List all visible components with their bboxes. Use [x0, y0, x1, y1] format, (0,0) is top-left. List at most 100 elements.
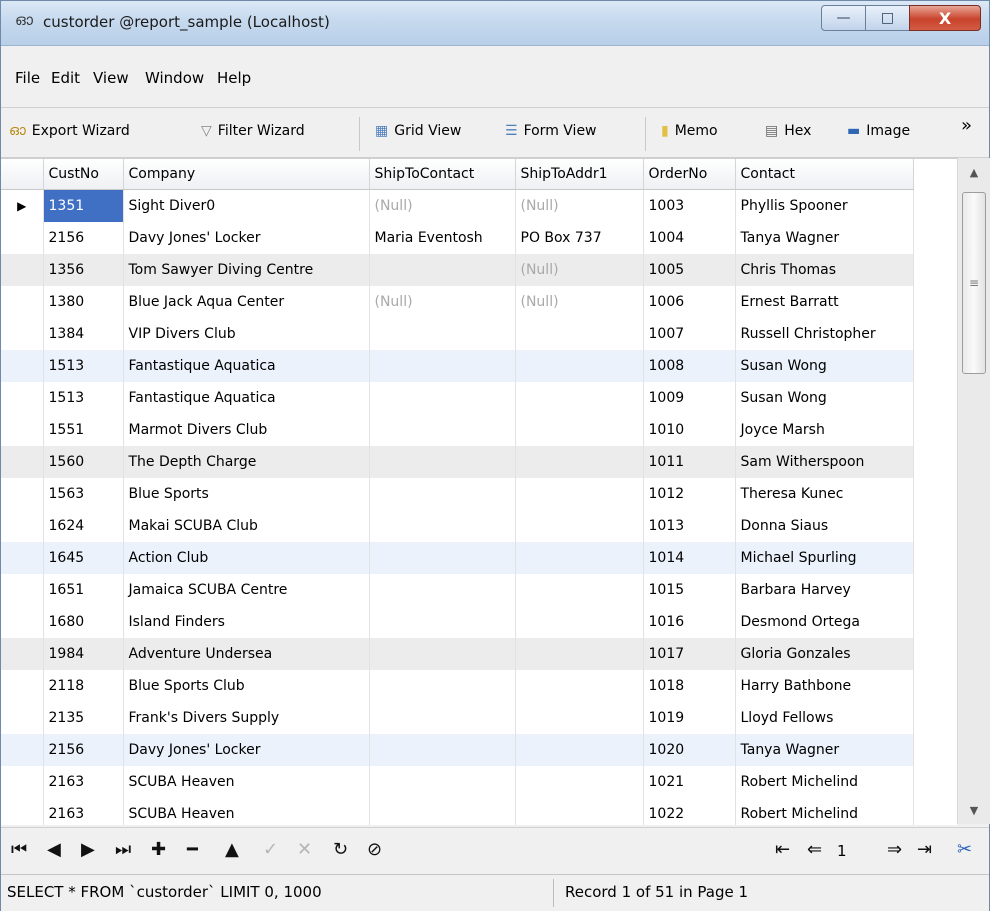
cell-orderno[interactable]: 1013: [643, 509, 736, 542]
cell-shiptoaddr1[interactable]: [515, 445, 644, 478]
row-indicator[interactable]: [1, 765, 44, 798]
cell-custno[interactable]: 1624: [43, 509, 124, 542]
cell-shiptocontact[interactable]: [369, 541, 516, 574]
row-indicator[interactable]: [1, 733, 44, 766]
cell-company[interactable]: Blue Sports: [123, 477, 370, 510]
maximize-button[interactable]: □: [865, 5, 910, 31]
cell-orderno[interactable]: 1014: [643, 541, 736, 574]
column-header-custno[interactable]: CustNo: [43, 159, 124, 190]
cell-contact[interactable]: Theresa Kunec: [735, 477, 914, 510]
row-indicator[interactable]: [1, 445, 44, 478]
cell-contact[interactable]: Desmond Ortega: [735, 605, 914, 638]
stop-icon[interactable]: ⊘: [367, 839, 382, 860]
cell-shiptocontact[interactable]: [369, 349, 516, 382]
table-row[interactable]: 1563 Blue Sports 1012 Theresa Kunec: [1, 477, 914, 510]
cell-orderno[interactable]: 1009: [643, 381, 736, 414]
cell-shiptocontact[interactable]: [369, 605, 516, 638]
cell-orderno[interactable]: 1003: [643, 189, 736, 222]
cell-company[interactable]: Davy Jones' Locker: [123, 733, 370, 766]
cell-orderno[interactable]: 1011: [643, 445, 736, 478]
table-row[interactable]: 1645 Action Club 1014 Michael Spurling: [1, 541, 914, 574]
cell-custno[interactable]: 1560: [43, 445, 124, 478]
table-row[interactable]: 1560 The Depth Charge 1011 Sam Witherspoon: [1, 445, 914, 478]
row-indicator[interactable]: [1, 221, 44, 254]
cell-custno[interactable]: 2118: [43, 669, 124, 702]
cell-company[interactable]: VIP Divers Club: [123, 317, 370, 350]
table-row[interactable]: 2156 Davy Jones' Locker 1020 Tanya Wagner: [1, 733, 914, 766]
cell-shiptoaddr1[interactable]: [515, 765, 644, 798]
cell-shiptocontact[interactable]: [369, 733, 516, 766]
table-row[interactable]: 2118 Blue Sports Club 1018 Harry Bathbone: [1, 669, 914, 702]
cell-custno[interactable]: 1645: [43, 541, 124, 574]
cell-shiptocontact[interactable]: [369, 381, 516, 414]
cell-shiptoaddr1[interactable]: [515, 701, 644, 734]
cell-company[interactable]: Sight Diver0: [123, 189, 370, 222]
cell-custno[interactable]: 1380: [43, 285, 124, 318]
cell-shiptocontact[interactable]: [369, 637, 516, 670]
cell-shiptocontact[interactable]: [369, 477, 516, 510]
row-indicator[interactable]: [1, 637, 44, 670]
memo-button[interactable]: ▮ Memo: [661, 123, 718, 139]
cell-contact[interactable]: Gloria Gonzales: [735, 637, 914, 670]
cell-shiptoaddr1[interactable]: [515, 605, 644, 638]
table-row[interactable]: 1624 Makai SCUBA Club 1013 Donna Siaus: [1, 509, 914, 542]
cell-custno[interactable]: 2163: [43, 797, 124, 825]
cell-custno[interactable]: 2156: [43, 221, 124, 254]
row-indicator[interactable]: [1, 381, 44, 414]
post-record-icon[interactable]: ▲: [225, 839, 239, 860]
cell-shiptoaddr1[interactable]: [515, 541, 644, 574]
hex-button[interactable]: ▤ Hex: [765, 123, 811, 139]
menu-edit[interactable]: Edit: [51, 69, 80, 87]
page-settings-icon[interactable]: ✂: [957, 839, 972, 860]
row-indicator[interactable]: [1, 701, 44, 734]
cell-company[interactable]: Adventure Undersea: [123, 637, 370, 670]
form-view-button[interactable]: ☰ Form View: [505, 123, 597, 139]
table-row[interactable]: 1356 Tom Sawyer Diving Centre (Null) 1005 Ch…: [1, 253, 914, 286]
row-indicator[interactable]: [1, 317, 44, 350]
cell-shiptocontact[interactable]: [369, 669, 516, 702]
row-indicator[interactable]: [1, 541, 44, 574]
data-grid[interactable]: CustNo Company ShipToContact ShipToAddr1…: [1, 158, 957, 825]
cell-shiptoaddr1[interactable]: [515, 349, 644, 382]
cell-custno[interactable]: 1351: [43, 189, 124, 222]
cell-shiptocontact[interactable]: [369, 317, 516, 350]
cell-shiptoaddr1[interactable]: [515, 669, 644, 702]
cell-custno[interactable]: 1680: [43, 605, 124, 638]
cell-orderno[interactable]: 1004: [643, 221, 736, 254]
cell-shiptoaddr1[interactable]: (Null): [515, 253, 644, 286]
cell-shiptoaddr1[interactable]: [515, 573, 644, 606]
table-row[interactable]: 1551 Marmot Divers Club 1010 Joyce Marsh: [1, 413, 914, 446]
cell-shiptoaddr1[interactable]: [515, 733, 644, 766]
image-button[interactable]: ▬ Image: [847, 123, 910, 139]
cell-contact[interactable]: Robert Michelind: [735, 765, 914, 798]
previous-record-icon[interactable]: ◀: [47, 839, 61, 860]
table-row[interactable]: 1680 Island Finders 1016 Desmond Ortega: [1, 605, 914, 638]
row-indicator[interactable]: ▶: [1, 189, 44, 222]
table-row[interactable]: 2163 SCUBA Heaven 1021 Robert Michelind: [1, 765, 914, 798]
cell-company[interactable]: Fantastique Aquatica: [123, 381, 370, 414]
cell-company[interactable]: SCUBA Heaven: [123, 797, 370, 825]
table-row[interactable]: 1380 Blue Jack Aqua Center (Null) (Null) 100…: [1, 285, 914, 318]
column-header-contact[interactable]: Contact: [735, 159, 914, 190]
cell-custno[interactable]: 1551: [43, 413, 124, 446]
row-indicator[interactable]: [1, 573, 44, 606]
cell-shiptoaddr1[interactable]: (Null): [515, 189, 644, 222]
next-page-icon[interactable]: ⇒: [887, 839, 902, 860]
cell-shiptoaddr1[interactable]: [515, 509, 644, 542]
table-row[interactable]: 1513 Fantastique Aquatica 1008 Susan Wong: [1, 349, 914, 382]
vertical-scrollbar[interactable]: ▲ ≡ ▼: [957, 158, 990, 824]
refresh-icon[interactable]: ↻: [333, 839, 348, 860]
cell-shiptocontact[interactable]: (Null): [369, 189, 516, 222]
cell-shiptoaddr1[interactable]: [515, 637, 644, 670]
column-header-orderno[interactable]: OrderNo: [643, 159, 736, 190]
cell-shiptoaddr1[interactable]: [515, 381, 644, 414]
row-indicator[interactable]: [1, 605, 44, 638]
cell-shiptocontact[interactable]: [369, 509, 516, 542]
cell-shiptocontact[interactable]: [369, 413, 516, 446]
cell-contact[interactable]: Joyce Marsh: [735, 413, 914, 446]
cell-orderno[interactable]: 1017: [643, 637, 736, 670]
cell-custno[interactable]: 1356: [43, 253, 124, 286]
cell-orderno[interactable]: 1015: [643, 573, 736, 606]
cell-company[interactable]: Makai SCUBA Club: [123, 509, 370, 542]
cell-orderno[interactable]: 1019: [643, 701, 736, 734]
